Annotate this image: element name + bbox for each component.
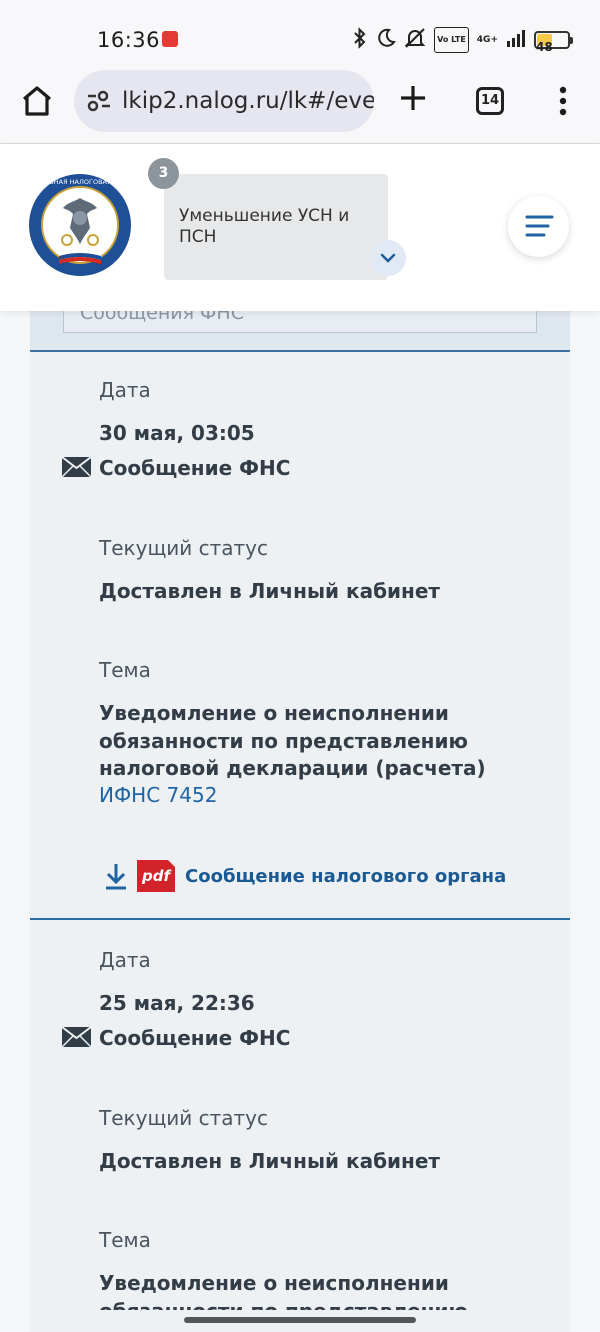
ifns-link[interactable]: ИФНС 7452: [99, 783, 217, 807]
filter-band: Сообщения ФНС: [30, 297, 570, 352]
date-label: Дата: [99, 948, 151, 972]
app-notification-icon: [162, 31, 178, 47]
step-selector[interactable]: Уменьшение УСН и ПСН: [164, 174, 406, 280]
message-type: Сообщение ФНС: [99, 1026, 291, 1050]
site-header: ФЕДЕРАЛЬНАЯ НАЛОГОВАЯ СЛУЖБА Уменьшение …: [0, 144, 600, 311]
moon-icon: [376, 27, 396, 53]
divider: [30, 918, 570, 920]
phone-screen: 16:36 Vo LTE 4G+ 48 lkip2.nalog.ru/lk#/e…: [0, 0, 600, 1332]
incoming-envelope-icon: [61, 1026, 92, 1048]
status-bar: 16:36 Vo LTE 4G+ 48: [0, 0, 600, 70]
date-label: Дата: [99, 378, 151, 402]
bell-off-icon: [404, 27, 426, 53]
message-date: 25 мая, 22:36: [99, 991, 255, 1015]
battery-icon: 48: [534, 31, 573, 54]
status-label: Текущий статус: [99, 1106, 269, 1130]
message-date: 30 мая, 03:05: [99, 421, 255, 445]
status-label: Текущий статус: [99, 536, 269, 560]
incoming-envelope-icon: [61, 456, 92, 478]
message-topic: Уведомление о неисполнении обязанности п…: [99, 701, 486, 780]
topic-label: Тема: [99, 658, 151, 682]
chevron-down-icon[interactable]: [370, 240, 406, 276]
bluetooth-icon: [352, 27, 368, 53]
step-title: Уменьшение УСН и ПСН: [179, 206, 350, 247]
message-topic: Уведомление о неисполнении обязанности п…: [99, 1271, 468, 1310]
volte-icon: Vo LTE: [434, 27, 469, 53]
clock: 16:36: [97, 28, 161, 52]
main-menu-button[interactable]: [508, 196, 569, 257]
home-icon[interactable]: [18, 84, 56, 118]
hamburger-icon: [525, 215, 554, 237]
document-link[interactable]: Сообщение налогового органа: [185, 866, 506, 887]
new-tab-icon[interactable]: [397, 82, 429, 114]
tab-switcher-button[interactable]: 14: [476, 87, 504, 115]
message-type: Сообщение ФНС: [99, 456, 291, 480]
step-number-badge: 3: [148, 158, 179, 189]
address-bar[interactable]: lkip2.nalog.ru/lk#/events: [74, 70, 374, 132]
url-text: lkip2.nalog.ru/lk#/events: [122, 88, 374, 114]
signal-icon: [506, 29, 526, 51]
fns-emblem-logo[interactable]: ФЕДЕРАЛЬНАЯ НАЛОГОВАЯ СЛУЖБА: [27, 172, 133, 278]
battery-level: 48: [536, 40, 553, 54]
status-icons: Vo LTE 4G+ 48: [352, 27, 573, 54]
site-settings-icon[interactable]: [86, 90, 112, 112]
gesture-home-bar[interactable]: [184, 1317, 416, 1323]
emblem-text: ФЕДЕРАЛЬНАЯ НАЛОГОВАЯ СЛУЖБА: [27, 178, 133, 186]
pdf-icon[interactable]: pdf: [137, 860, 175, 892]
message-status: Доставлен в Личный кабинет: [99, 579, 441, 603]
topic-label: Тема: [99, 1228, 151, 1252]
network-type: 4G+: [476, 35, 498, 45]
download-icon[interactable]: [104, 862, 128, 890]
message-status: Доставлен в Личный кабинет: [99, 1149, 441, 1173]
browser-toolbar: lkip2.nalog.ru/lk#/events 14: [0, 70, 600, 144]
more-options-icon[interactable]: [556, 84, 570, 118]
